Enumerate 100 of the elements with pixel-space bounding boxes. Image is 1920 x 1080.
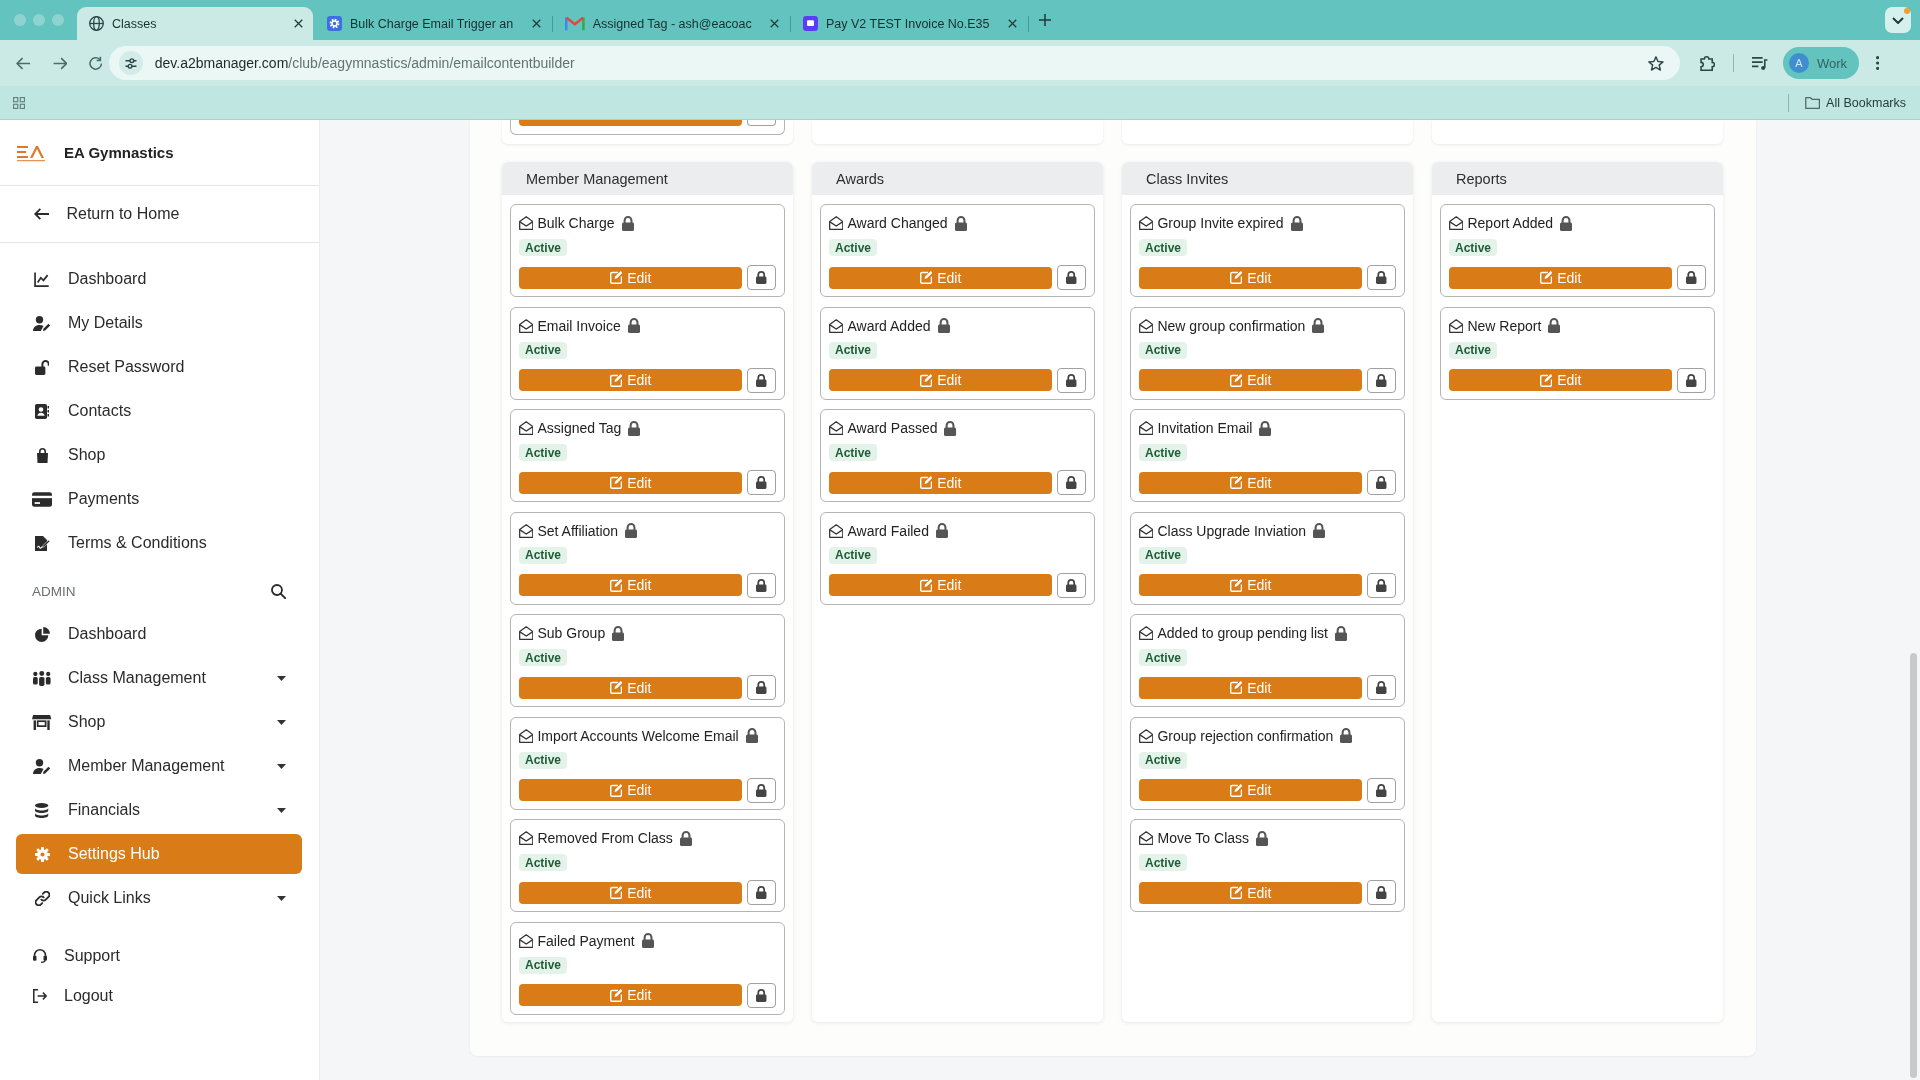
nav-item[interactable]: Reset Password xyxy=(16,347,302,387)
browser-tab[interactable]: Classes xyxy=(77,7,313,40)
template-name: Import Accounts Welcome Email xyxy=(537,727,739,744)
template-name: Award Passed xyxy=(847,420,938,436)
lock-button[interactable] xyxy=(747,777,776,803)
lock-button[interactable] xyxy=(1367,470,1396,495)
tab-search-button[interactable] xyxy=(1885,7,1911,33)
profile-button[interactable]: A Work xyxy=(1782,47,1860,79)
lock-icon xyxy=(1066,476,1077,489)
lock-button[interactable] xyxy=(1367,675,1396,700)
nav-item[interactable]: Quick Links xyxy=(16,878,302,918)
edit-icon xyxy=(1229,783,1243,797)
edit-icon xyxy=(1229,271,1243,284)
template-name: Class Upgrade Inviation xyxy=(1157,522,1307,539)
logout-icon xyxy=(32,989,48,1003)
nav-item[interactable]: Shop xyxy=(16,435,302,475)
lock-button[interactable] xyxy=(747,367,776,393)
edit-button[interactable]: Edit xyxy=(519,779,742,801)
edit-button[interactable]: Edit xyxy=(1139,574,1362,596)
edit-icon xyxy=(1229,476,1243,489)
lock-button[interactable] xyxy=(747,265,776,290)
lock-button[interactable] xyxy=(1057,367,1086,393)
lock-button[interactable] xyxy=(1677,367,1706,393)
lock-button[interactable] xyxy=(747,880,776,905)
envelope-open-icon xyxy=(519,626,534,640)
edit-button[interactable]: Edit xyxy=(519,266,742,289)
close-icon[interactable] xyxy=(1008,19,1017,28)
lock-button[interactable] xyxy=(1057,470,1086,495)
nav-item[interactable]: Member Management xyxy=(16,746,302,786)
back-icon[interactable] xyxy=(16,56,31,70)
browser-tab[interactable]: Assigned Tag - ash@eacoac xyxy=(553,7,789,40)
lock-button[interactable] xyxy=(1367,572,1396,598)
nav-item[interactable]: Support xyxy=(0,936,319,976)
lock-icon xyxy=(1066,373,1077,387)
edit-button[interactable]: Edit xyxy=(1139,369,1362,391)
tune-icon xyxy=(124,57,137,69)
lock-button[interactable] xyxy=(747,675,776,700)
nav-item[interactable]: Dashboard xyxy=(16,259,302,299)
new-tab-icon[interactable] xyxy=(1039,14,1051,26)
reload-icon[interactable] xyxy=(89,56,103,70)
lock-button[interactable] xyxy=(747,982,776,1008)
lock-button[interactable] xyxy=(1057,265,1086,290)
close-icon[interactable] xyxy=(294,19,303,28)
nav-item[interactable]: My Details xyxy=(16,303,302,343)
lock-button[interactable] xyxy=(747,572,776,598)
search-icon[interactable] xyxy=(271,584,286,599)
lock-button[interactable] xyxy=(1057,572,1086,598)
edit-button[interactable]: Edit xyxy=(519,471,742,494)
more-icon[interactable] xyxy=(1876,56,1880,70)
browser-tab[interactable]: Pay V2 TEST Invoice No.E35 xyxy=(791,7,1027,40)
forward-icon[interactable] xyxy=(52,56,68,70)
media-icon[interactable] xyxy=(1751,56,1768,70)
template-name: Added to group pending list xyxy=(1157,625,1328,641)
return-home-link[interactable]: Return to Home xyxy=(0,186,319,243)
lock-button[interactable] xyxy=(1677,265,1706,290)
address-bar[interactable]: dev.a2bmanager.com/club/eagymnastics/admin/emailcontentbuilder xyxy=(108,46,1680,80)
edit-button[interactable]: Edit xyxy=(829,266,1052,289)
nav-item[interactable]: Payments xyxy=(16,479,302,519)
nav-item[interactable]: Class Management xyxy=(16,658,302,698)
template-name: Move To Class xyxy=(1157,830,1250,846)
browser-tab[interactable]: Bulk Charge Email Trigger an xyxy=(315,7,551,40)
edit-button[interactable]: Edit xyxy=(519,676,742,699)
edit-button[interactable]: Edit xyxy=(1139,676,1362,699)
nav-item[interactable]: Contacts xyxy=(16,391,302,431)
scrollbar-thumb[interactable] xyxy=(1910,653,1917,1078)
close-icon[interactable] xyxy=(532,19,541,28)
edit-button[interactable]: Edit xyxy=(1139,266,1362,289)
headset-icon xyxy=(33,949,47,963)
nav-item[interactable]: Terms & Conditions xyxy=(16,523,302,563)
edit-button[interactable]: Edit xyxy=(519,984,742,1006)
edit-button[interactable]: Edit xyxy=(519,574,742,596)
lock-button[interactable] xyxy=(747,470,776,495)
bookmark-star-icon[interactable] xyxy=(1647,55,1664,71)
close-icon[interactable] xyxy=(770,19,779,28)
edit-button[interactable]: Edit xyxy=(1139,779,1362,801)
shopping-bag-icon xyxy=(36,447,48,463)
edit-button[interactable]: Edit xyxy=(829,369,1052,391)
edit-button[interactable]: Edit xyxy=(1139,471,1362,494)
edit-icon xyxy=(919,476,933,489)
lock-button[interactable] xyxy=(1367,367,1396,393)
lock-button[interactable] xyxy=(1367,777,1396,803)
nav-item[interactable]: Shop xyxy=(16,702,302,742)
nav-item[interactable]: Logout xyxy=(0,976,319,1016)
nav-item[interactable]: Dashboard xyxy=(16,614,302,654)
lock-button[interactable] xyxy=(1367,265,1396,290)
edit-button[interactable]: Edit xyxy=(829,574,1052,596)
site-settings-button[interactable] xyxy=(118,51,143,75)
lock-button[interactable] xyxy=(1367,880,1396,905)
edit-button[interactable]: Edit xyxy=(519,881,742,904)
edit-button[interactable]: Edit xyxy=(829,471,1052,494)
edit-button[interactable]: Edit xyxy=(519,369,742,391)
all-bookmarks-button[interactable]: All Bookmarks xyxy=(1804,95,1906,110)
lock-icon xyxy=(756,373,767,387)
edit-button[interactable]: Edit xyxy=(1449,266,1672,289)
apps-icon[interactable] xyxy=(13,96,25,109)
extensions-icon[interactable] xyxy=(1697,55,1715,71)
edit-button[interactable]: Edit xyxy=(1139,881,1362,904)
nav-item[interactable]: Financials xyxy=(16,790,302,830)
edit-button[interactable]: Edit xyxy=(1449,369,1672,391)
nav-item[interactable]: Settings Hub xyxy=(16,834,302,874)
